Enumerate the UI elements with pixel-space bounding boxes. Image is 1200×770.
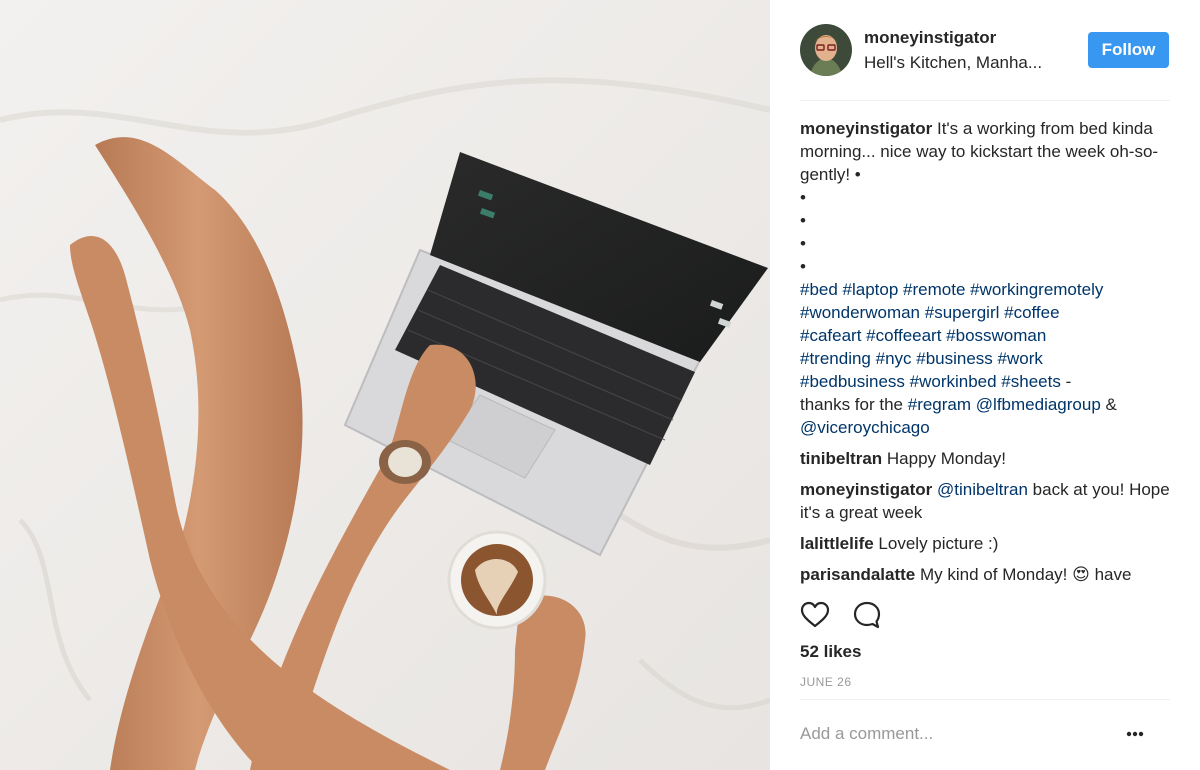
comment: parisandalatte My kind of Monday! 😍 have bbox=[800, 563, 1180, 586]
comment-username[interactable]: parisandalatte bbox=[800, 565, 915, 584]
instagram-post: moneyinstigator Hell's Kitchen, Manha...… bbox=[0, 0, 1200, 770]
hashtags-line[interactable]: #bedbusiness #workinbed #sheets bbox=[800, 372, 1061, 391]
comment: lalittlelife Lovely picture :) bbox=[800, 532, 1180, 555]
comment-mention[interactable]: @tinibeltran bbox=[937, 480, 1028, 499]
caption-bullet: • bbox=[800, 234, 806, 253]
heart-icon[interactable] bbox=[800, 600, 830, 630]
caption-ampersand: & bbox=[1100, 395, 1117, 414]
caption-bullet: • bbox=[800, 257, 806, 276]
caption-bullet: • bbox=[800, 211, 806, 230]
caption-username[interactable]: moneyinstigator bbox=[800, 119, 932, 138]
caption-thanks: thanks for the bbox=[800, 395, 908, 414]
comment-text: My kind of Monday! 😍 have bbox=[920, 565, 1132, 584]
comment-bubble-icon[interactable] bbox=[852, 600, 882, 630]
hashtags-line[interactable]: #bed #laptop #remote #workingremotely bbox=[800, 280, 1103, 299]
comment: tinibeltran Happy Monday! bbox=[800, 447, 1180, 470]
caption-bullet: • bbox=[800, 188, 806, 207]
hashtags-line[interactable]: #trending #nyc #business #work bbox=[800, 349, 1043, 368]
mention-lfbmediagroup[interactable]: @lfbmediagroup bbox=[976, 395, 1101, 414]
post-header: moneyinstigator Hell's Kitchen, Manha...… bbox=[800, 22, 1170, 78]
hashtags-line[interactable]: #cafeart #coffeeart #bosswoman bbox=[800, 326, 1046, 345]
post-username[interactable]: moneyinstigator bbox=[864, 28, 996, 48]
avatar[interactable] bbox=[800, 24, 852, 76]
add-comment-input[interactable] bbox=[800, 721, 1130, 747]
hashtags-line[interactable]: #wonderwoman #supergirl #coffee bbox=[800, 303, 1060, 322]
comments-list: moneyinstigator It's a working from bed … bbox=[800, 117, 1180, 594]
comment-divider bbox=[800, 699, 1170, 700]
header-divider bbox=[800, 100, 1170, 101]
comment-username[interactable]: tinibeltran bbox=[800, 449, 882, 468]
post-actions bbox=[800, 600, 920, 630]
post-location[interactable]: Hell's Kitchen, Manha... bbox=[864, 53, 1042, 73]
comment: moneyinstigator @tinibeltran back at you… bbox=[800, 478, 1180, 524]
caption: moneyinstigator It's a working from bed … bbox=[800, 117, 1180, 439]
post-side-panel: moneyinstigator Hell's Kitchen, Manha...… bbox=[770, 0, 1200, 770]
comment-text: Lovely picture :) bbox=[878, 534, 999, 553]
avatar-image bbox=[800, 24, 852, 76]
post-date[interactable]: JUNE 26 bbox=[800, 675, 852, 689]
mention-viceroychicago[interactable]: @viceroychicago bbox=[800, 418, 930, 437]
comment-text: Happy Monday! bbox=[886, 449, 1006, 468]
post-photo[interactable] bbox=[0, 0, 770, 770]
follow-button[interactable]: Follow bbox=[1088, 32, 1169, 68]
post-image bbox=[0, 0, 770, 770]
hashtag-regram[interactable]: #regram bbox=[908, 395, 971, 414]
comment-username[interactable]: lalittlelife bbox=[800, 534, 874, 553]
caption-dash: - bbox=[1060, 372, 1072, 391]
comment-username[interactable]: moneyinstigator bbox=[800, 480, 932, 499]
more-options-icon[interactable] bbox=[1120, 724, 1150, 744]
likes-count[interactable]: 52 likes bbox=[800, 642, 861, 662]
